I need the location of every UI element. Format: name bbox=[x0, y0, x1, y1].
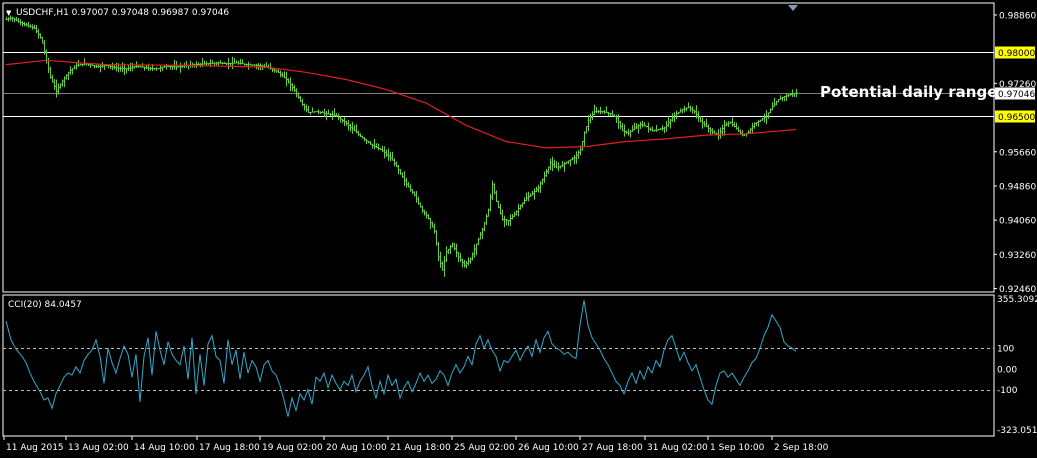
chart-terminal[interactable]: 0.98000 0.97046 0.96500 0.98860 0.97260 0.95… bbox=[0, 0, 1037, 458]
level-label: 0.98000 bbox=[998, 49, 1035, 59]
time-tick-label: 13 Aug 02:00 bbox=[68, 443, 129, 453]
cci-tick-label: 355.3092 bbox=[997, 295, 1037, 305]
price-tick-label: 0.94060 bbox=[999, 217, 1036, 227]
time-tick-label: 17 Aug 18:00 bbox=[199, 443, 260, 453]
time-tick-label: 25 Aug 02:00 bbox=[454, 443, 515, 453]
cci-header: CCI(20) 84.0457 bbox=[8, 300, 82, 310]
cci-axis: 355.3092 100 0.00 -100 -323.0518 bbox=[997, 295, 1037, 436]
cci-tick-label: 0.00 bbox=[997, 365, 1017, 375]
time-axis: 11 Aug 2015 13 Aug 02:00 14 Aug 10:00 17 Au… bbox=[3, 436, 829, 453]
time-tick-label: 27 Aug 18:00 bbox=[582, 443, 643, 453]
level-label: 0.96500 bbox=[998, 113, 1035, 123]
price-tick-label: 0.92460 bbox=[999, 285, 1036, 295]
cci-tick-label: -323.0518 bbox=[997, 426, 1037, 436]
time-tick-label: 21 Aug 18:00 bbox=[390, 443, 451, 453]
price-panel[interactable] bbox=[2, 2, 995, 293]
price-tick-label: 0.93260 bbox=[999, 251, 1036, 261]
price-tick-label: 0.95660 bbox=[999, 148, 1036, 158]
time-tick-label: 26 Aug 10:00 bbox=[518, 443, 579, 453]
time-tick-label: 14 Aug 10:00 bbox=[134, 443, 195, 453]
time-tick-label: 11 Aug 2015 bbox=[6, 443, 64, 453]
time-tick-label: 20 Aug 10:00 bbox=[326, 443, 387, 453]
potential-range-annotation: Potential daily range bbox=[820, 83, 997, 101]
price-tick-label: 0.94860 bbox=[999, 182, 1036, 192]
dropdown-icon[interactable]: ▼ bbox=[6, 9, 12, 17]
price-tick-label: 0.98860 bbox=[999, 11, 1036, 21]
time-tick-label: 31 Aug 02:00 bbox=[647, 443, 708, 453]
symbol-header: USDCHF,H1 0.97007 0.97048 0.96987 0.9704… bbox=[16, 8, 229, 18]
time-tick-label: 2 Sep 18:00 bbox=[774, 443, 829, 453]
level-label: 0.97046 bbox=[998, 90, 1035, 100]
time-tick-label: 1 Sep 10:00 bbox=[710, 443, 765, 453]
cci-tick-label: 100 bbox=[997, 345, 1014, 355]
cci-tick-label: -100 bbox=[997, 386, 1018, 396]
time-tick-label: 19 Aug 02:00 bbox=[262, 443, 323, 453]
price-tick-label: 0.97260 bbox=[999, 80, 1036, 90]
